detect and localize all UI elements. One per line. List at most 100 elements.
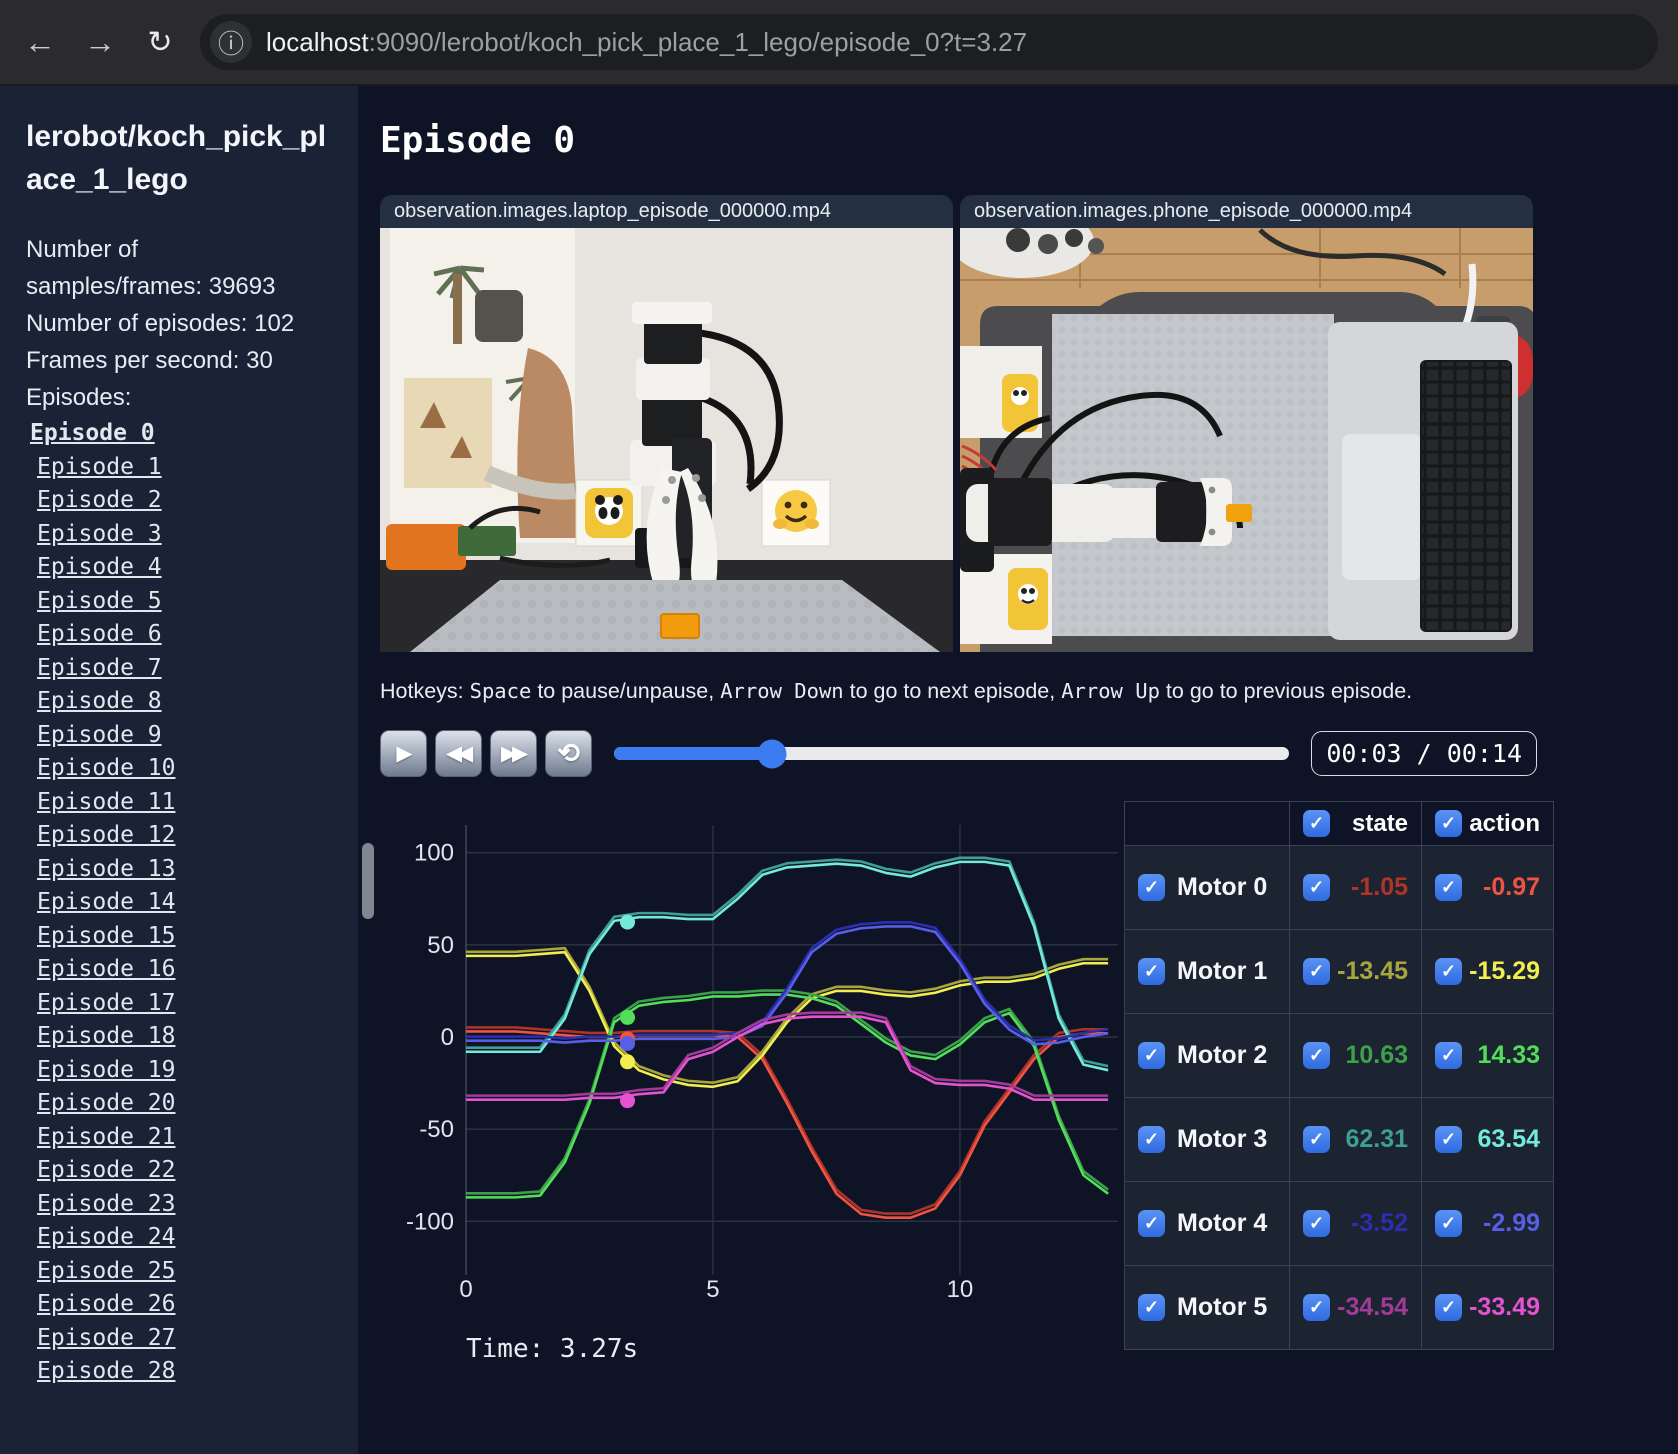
episode-link[interactable]: Episode 27 <box>26 1322 334 1356</box>
phone-video-caption: observation.images.phone_episode_000000.… <box>974 200 1413 222</box>
hotkey-text: to go to previous episode. <box>1159 679 1413 703</box>
current-time-dot <box>620 1035 636 1051</box>
episode-link[interactable]: Episode 17 <box>26 987 334 1021</box>
episode-link[interactable]: Episode 23 <box>26 1188 334 1222</box>
column-label: action <box>1469 809 1540 837</box>
episode-link[interactable]: Episode 21 <box>26 1121 334 1155</box>
page-title: Episode 0 <box>380 120 576 161</box>
hotkey-text: Hotkeys: <box>380 679 470 703</box>
action-checkbox[interactable]: ✓ <box>1435 1042 1463 1069</box>
current-time-dot <box>620 1093 636 1109</box>
orange-device <box>386 524 466 570</box>
episode-link[interactable]: Episode 2 <box>26 484 334 518</box>
action-checkbox[interactable]: ✓ <box>1435 1294 1463 1321</box>
action-value: -0.97 <box>1483 873 1540 901</box>
state-checkbox[interactable]: ✓ <box>1303 1294 1331 1321</box>
current-time-dot <box>620 1009 636 1025</box>
hotkey-key: Arrow Down <box>720 679 844 703</box>
lego-brick <box>660 613 700 639</box>
episode-link[interactable]: Episode 10 <box>26 752 334 786</box>
hotkey-key: Arrow Up <box>1061 679 1160 703</box>
episode-link[interactable]: Episode 24 <box>26 1221 334 1255</box>
dataset-info-line: samples/frames: 39693 <box>26 273 276 301</box>
episode-link[interactable]: Episode 22 <box>26 1154 334 1188</box>
motor-label: Motor 1 <box>1177 957 1268 985</box>
state-checkbox[interactable]: ✓ <box>1303 1126 1331 1153</box>
episode-link[interactable]: Episode 25 <box>26 1255 334 1289</box>
action-checkbox[interactable]: ✓ <box>1435 958 1463 985</box>
chart-line-state-0 <box>466 1026 1109 1215</box>
state-checkbox[interactable]: ✓ <box>1303 874 1331 901</box>
episode-link[interactable]: Episode 8 <box>26 685 334 719</box>
playback-controls: ▶ ◀◀ ▶▶ ⟲ 00:03 / 00:14 <box>380 730 1537 777</box>
back-icon[interactable]: ← <box>20 24 60 61</box>
phone-camera-video <box>960 228 1533 652</box>
forward-icon[interactable]: → <box>80 24 120 61</box>
laptop-camera-video <box>380 228 953 652</box>
state-value: -1.05 <box>1351 873 1409 901</box>
motor-checkbox[interactable]: ✓ <box>1138 1042 1165 1069</box>
circuit-board <box>458 526 516 556</box>
motor-checkbox[interactable]: ✓ <box>1138 1294 1165 1321</box>
state-value: 62.31 <box>1345 1125 1409 1153</box>
motor-checkbox[interactable]: ✓ <box>1138 874 1165 901</box>
motor-table-head: ✓ state ✓ action <box>1123 801 1554 846</box>
state-checkbox[interactable]: ✓ <box>1303 1210 1331 1237</box>
action-checkbox[interactable]: ✓ <box>1435 874 1463 901</box>
bottom-row: 100 50 0 -50 -100 0 5 10 Time: 3.27s ✓ state ✓ act… <box>380 801 1678 1364</box>
action-value: -15.29 <box>1469 957 1540 985</box>
seek-slider-thumb[interactable] <box>757 739 787 768</box>
seek-slider[interactable] <box>614 739 1290 768</box>
episode-link[interactable]: Episode 4 <box>26 551 334 585</box>
column-header-action: ✓ action <box>1421 801 1554 846</box>
browser-toolbar: ← → ↻ ⓘ localhost:9090/lerobot/koch_pick… <box>0 0 1678 86</box>
episode-link[interactable]: Episode 11 <box>26 786 334 820</box>
x-tick-label: 5 <box>706 1276 719 1301</box>
episode-link[interactable]: Episode 7 <box>26 652 334 686</box>
motor-table: ✓ state ✓ action ✓ Motor 0 ✓ -1.05 ✓ -0.97 ✓ Motor… <box>1123 801 1554 1350</box>
episode-link[interactable]: Episode 15 <box>26 920 334 954</box>
state-checkbox[interactable]: ✓ <box>1303 958 1331 985</box>
time-display: 00:03 / 00:14 <box>1311 731 1537 776</box>
column-label: state <box>1352 809 1409 837</box>
episode-link[interactable]: Episode 16 <box>26 953 334 987</box>
address-bar[interactable]: ⓘ localhost:9090/lerobot/koch_pick_place… <box>200 14 1658 70</box>
episode-link[interactable]: Episode 5 <box>26 585 334 619</box>
episode-link[interactable]: Episode 6 <box>26 618 334 652</box>
rewind-button[interactable]: ◀◀ <box>435 730 482 777</box>
table-row: ✓ Motor 4 ✓ -3.52 ✓ -2.99 <box>1123 1181 1554 1266</box>
episode-link[interactable]: Episode 3 <box>26 518 334 552</box>
fast-forward-button[interactable]: ▶▶ <box>490 730 537 777</box>
episode-link[interactable]: Episode 14 <box>26 886 334 920</box>
action-checkbox[interactable]: ✓ <box>1435 1126 1463 1153</box>
person <box>390 228 578 543</box>
hotkey-key: Space <box>469 679 532 703</box>
column-checkbox-state[interactable]: ✓ <box>1303 810 1331 837</box>
episode-link[interactable]: Episode 26 <box>26 1288 334 1322</box>
play-button[interactable]: ▶ <box>380 730 427 777</box>
episode-link[interactable]: Episode 19 <box>26 1054 334 1088</box>
state-value: 10.63 <box>1345 1041 1409 1069</box>
table-row: ✓ Motor 3 ✓ 62.31 ✓ 63.54 <box>1123 1097 1554 1182</box>
url-text[interactable]: localhost:9090/lerobot/koch_pick_place_1… <box>266 27 1027 58</box>
episode-link[interactable]: Episode 1 <box>26 451 334 485</box>
reload-icon[interactable]: ↻ <box>140 25 180 60</box>
y-tick-label: 50 <box>427 932 454 959</box>
episode-link[interactable]: Episode 13 <box>26 853 334 887</box>
episode-link[interactable]: Episode 28 <box>26 1355 334 1389</box>
motor-checkbox[interactable]: ✓ <box>1138 958 1165 985</box>
column-checkbox-action[interactable]: ✓ <box>1435 810 1463 837</box>
episode-link[interactable]: Episode 0 <box>26 417 334 451</box>
loop-button[interactable]: ⟲ <box>545 730 592 777</box>
seek-slider-fill <box>614 747 773 760</box>
site-info-icon[interactable]: ⓘ <box>210 21 252 63</box>
scrollbar-thumb[interactable] <box>362 843 374 919</box>
episode-link[interactable]: Episode 20 <box>26 1087 334 1121</box>
state-checkbox[interactable]: ✓ <box>1303 1042 1331 1069</box>
motor-checkbox[interactable]: ✓ <box>1138 1210 1165 1237</box>
episode-link[interactable]: Episode 18 <box>26 1020 334 1054</box>
episode-link[interactable]: Episode 9 <box>26 719 334 753</box>
action-checkbox[interactable]: ✓ <box>1435 1210 1463 1237</box>
episode-link[interactable]: Episode 12 <box>26 819 334 853</box>
motor-checkbox[interactable]: ✓ <box>1138 1126 1165 1153</box>
